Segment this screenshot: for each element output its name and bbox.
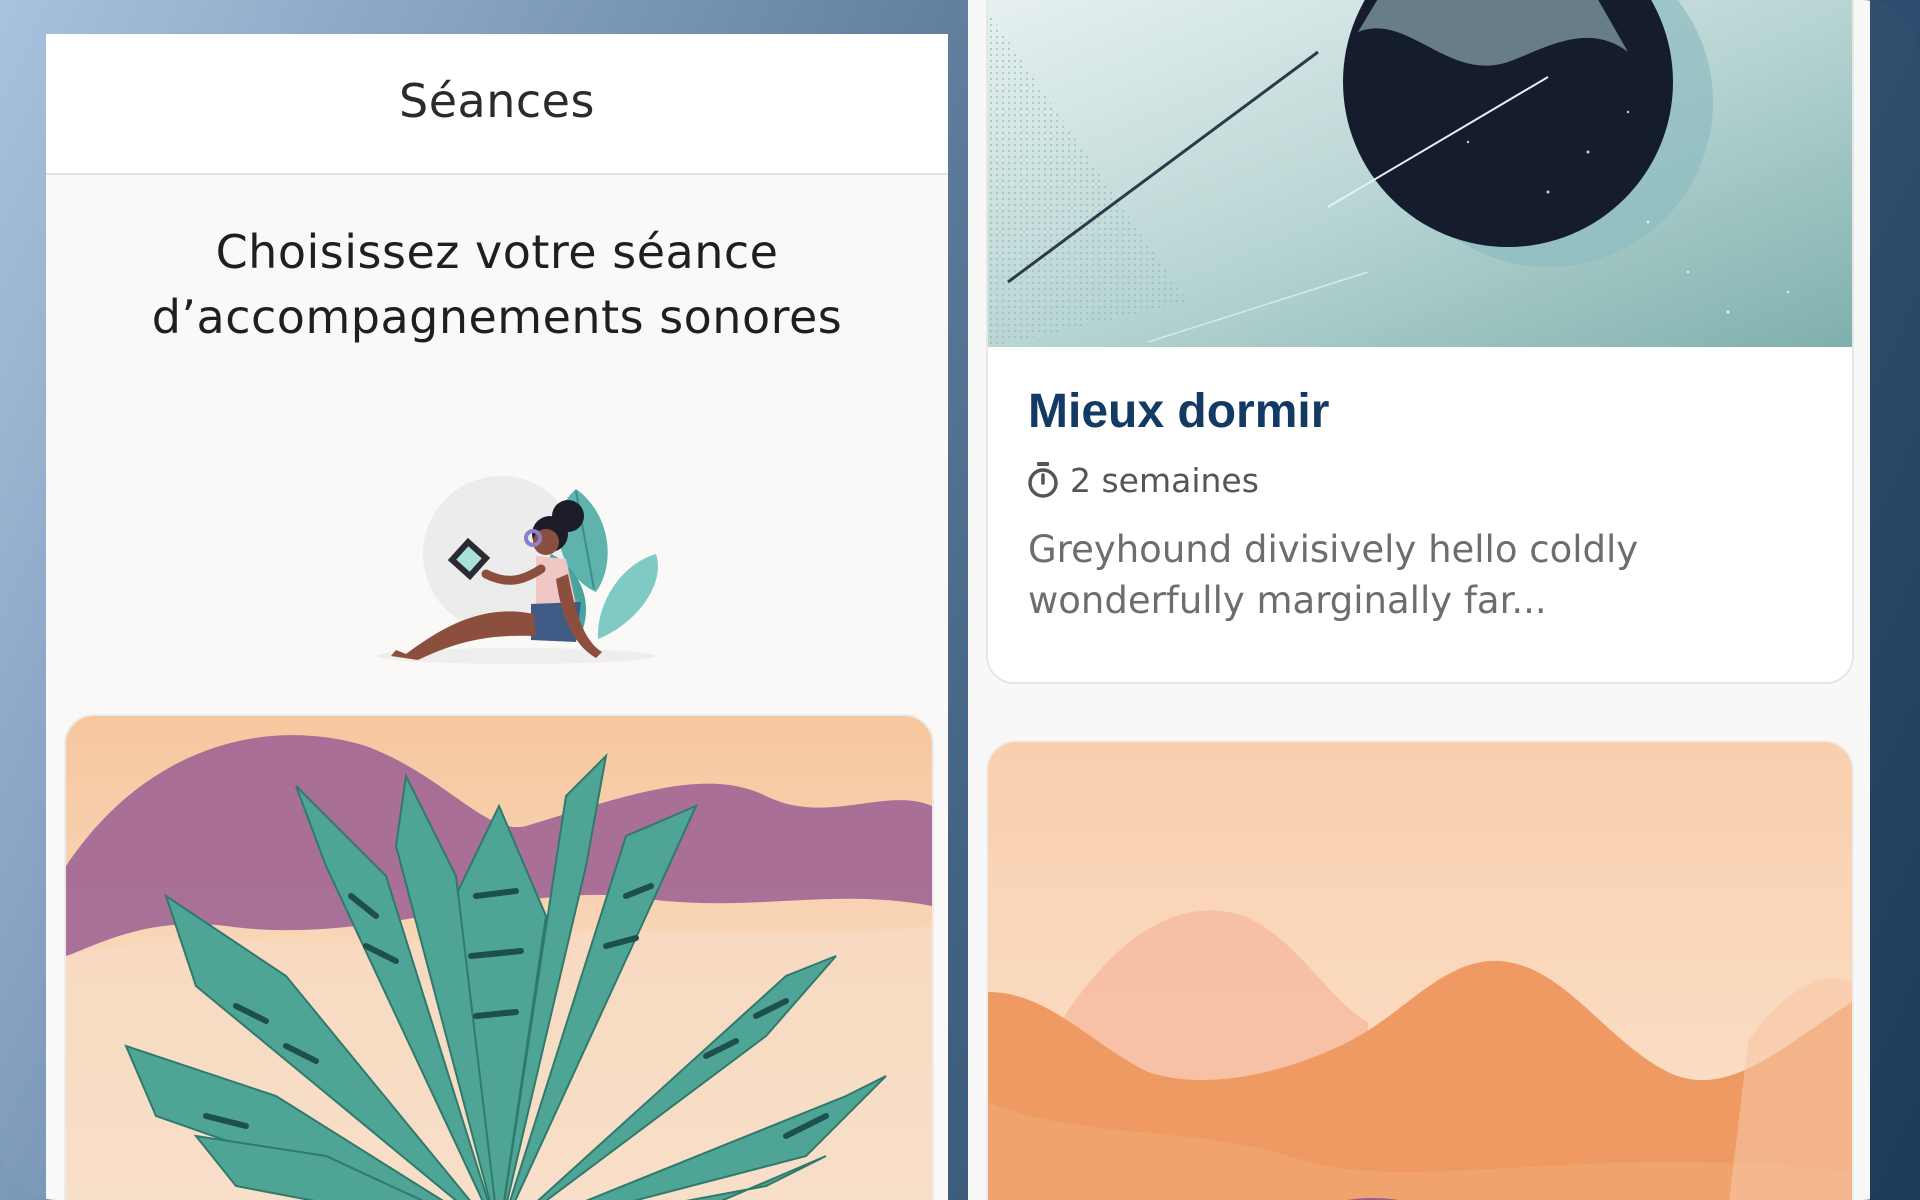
sessions-screen: Séances Choisissez votre séance d’accomp… — [46, 34, 948, 1200]
aloe-plant-desert-artwork — [66, 716, 932, 1200]
program-description: Greyhound divisively hello coldly wonder… — [1028, 524, 1808, 626]
navigation-bar: Séances — [46, 34, 948, 175]
description-line-2: wonderfully marginally far... — [1028, 579, 1547, 622]
duration-label: 2 semaines — [1070, 460, 1259, 500]
moon-planet-artwork — [988, 0, 1852, 347]
headline-line-1: Choisissez votre séance — [215, 225, 779, 279]
orange-mountains-artwork — [988, 742, 1852, 1200]
headline-line-2: d’accompagnements sonores — [151, 290, 843, 344]
program-card-sleep[interactable]: Mieux dormir 2 semaines Greyhound divisi… — [986, 0, 1854, 684]
woman-listening-headphones-illustration — [376, 476, 658, 664]
program-list-screen: Mieux dormir 2 semaines Greyhound divisi… — [968, 0, 1870, 1200]
device-frame: Séances Choisissez votre séance d’accomp… — [0, 0, 1920, 1200]
program-card-mountains[interactable] — [986, 740, 1854, 1200]
page-headline: Choisissez votre séance d’accompagnement… — [106, 220, 888, 350]
program-duration: 2 semaines — [1026, 458, 1259, 502]
session-card-aloe[interactable] — [64, 714, 934, 1200]
page-title: Séances — [399, 74, 595, 128]
description-line-1: Greyhound divisively hello coldly — [1028, 528, 1639, 571]
stopwatch-icon — [1028, 462, 1058, 498]
program-title: Mieux dormir — [1028, 385, 1330, 438]
